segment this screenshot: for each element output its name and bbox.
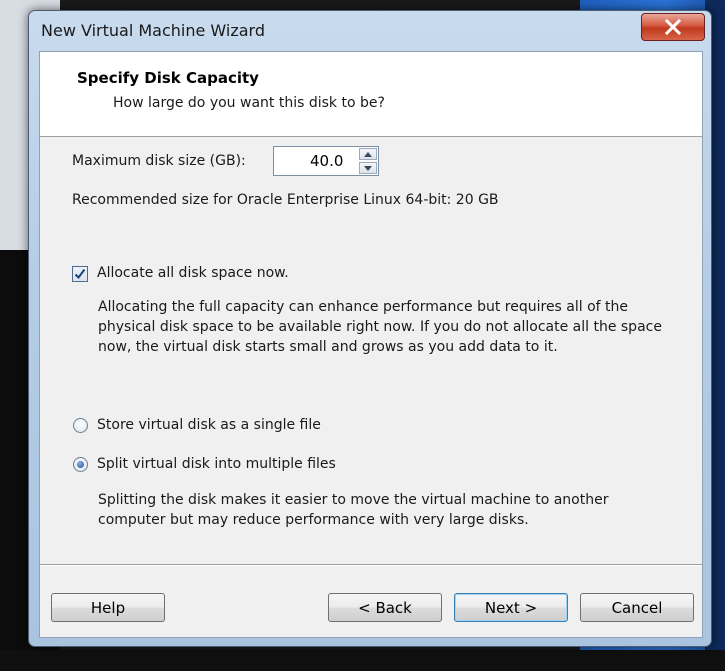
allocate-label[interactable]: Allocate all disk space now. xyxy=(97,265,289,281)
stepper-buttons xyxy=(359,148,377,174)
cancel-button[interactable]: Cancel xyxy=(580,593,694,622)
split-files-label[interactable]: Split virtual disk into multiple files xyxy=(97,456,336,472)
page-title: Specify Disk Capacity xyxy=(77,69,259,87)
recommended-size-text: Recommended size for Oracle Enterprise L… xyxy=(72,192,499,208)
page-subtitle: How large do you want this disk to be? xyxy=(113,95,385,111)
allocate-description: Allocating the full capacity can enhance… xyxy=(98,299,662,355)
single-file-radio[interactable] xyxy=(73,418,88,433)
next-button[interactable]: Next > xyxy=(454,593,568,622)
footer-separator xyxy=(40,564,702,566)
single-file-label[interactable]: Store virtual disk as a single file xyxy=(97,417,321,433)
split-description: Splitting the disk makes it easier to mo… xyxy=(98,492,609,528)
wizard-window: New Virtual Machine Wizard Specify Disk … xyxy=(28,10,712,647)
decrement-button[interactable] xyxy=(359,162,377,174)
title-bar[interactable]: New Virtual Machine Wizard xyxy=(29,11,711,49)
arrow-down-icon xyxy=(364,165,372,171)
arrow-up-icon xyxy=(364,151,372,157)
checkmark-icon xyxy=(74,268,86,280)
wizard-client-area: Specify Disk Capacity How large do you w… xyxy=(39,51,703,638)
wizard-header: Specify Disk Capacity How large do you w… xyxy=(40,52,702,137)
help-button[interactable]: Help xyxy=(51,593,165,622)
back-button[interactable]: < Back xyxy=(328,593,442,622)
close-button[interactable] xyxy=(641,13,705,41)
window-title: New Virtual Machine Wizard xyxy=(41,21,265,40)
allocate-checkbox[interactable] xyxy=(72,266,88,282)
disk-size-input[interactable]: 40.0 xyxy=(310,152,343,170)
desktop-background-bottom xyxy=(0,650,725,671)
close-icon xyxy=(664,19,682,35)
disk-size-stepper[interactable]: 40.0 xyxy=(273,146,379,176)
split-files-radio[interactable] xyxy=(73,457,88,472)
increment-button[interactable] xyxy=(359,148,377,160)
disk-size-label: Maximum disk size (GB): xyxy=(72,153,246,169)
